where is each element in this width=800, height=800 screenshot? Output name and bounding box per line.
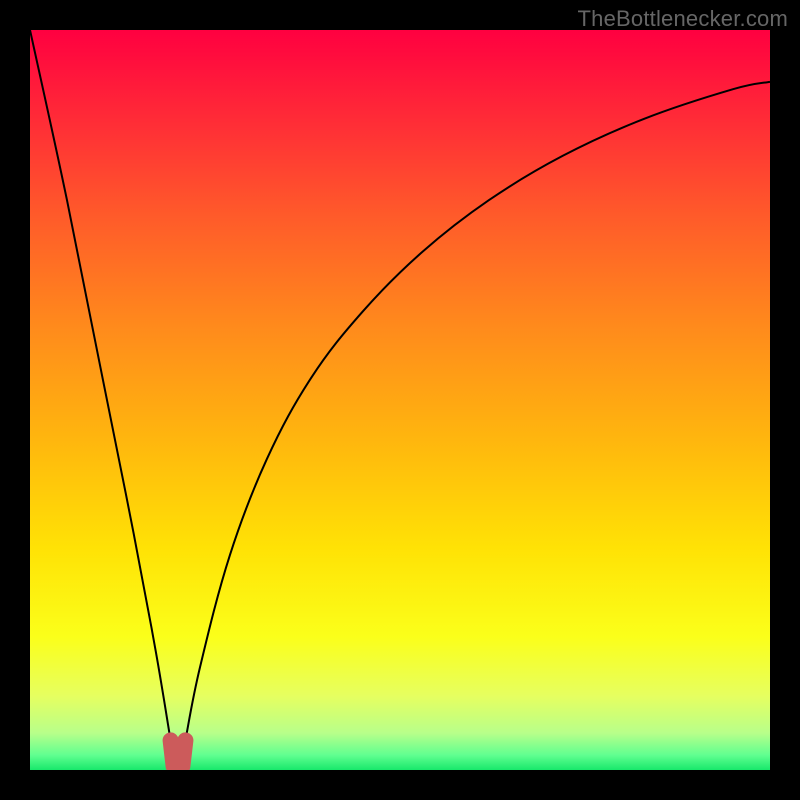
watermark-text: TheBottlenecker.com (578, 6, 788, 32)
plot-area (30, 30, 770, 770)
curve-svg (30, 30, 770, 770)
chart-frame: TheBottlenecker.com (0, 0, 800, 800)
bottleneck-curve (30, 30, 770, 766)
notch-marker (171, 740, 186, 769)
